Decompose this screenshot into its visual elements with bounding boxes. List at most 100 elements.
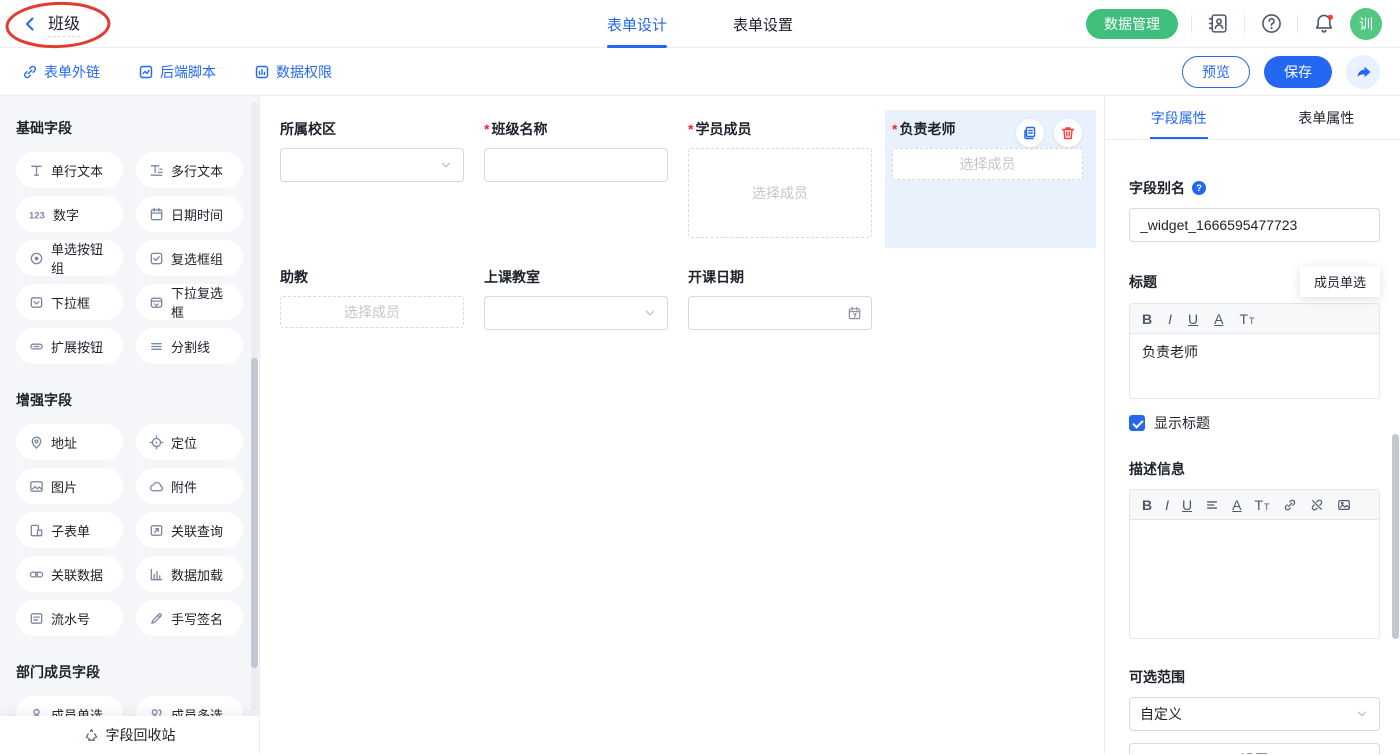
share-arrow-icon	[1354, 63, 1372, 81]
italic-icon[interactable]: I	[1165, 498, 1169, 512]
palette-item-address[interactable]: 地址	[16, 424, 123, 460]
section-title-enhanced-fields: 增强字段	[16, 390, 243, 410]
description-rich-editor: B I U A T	[1129, 489, 1380, 639]
selectable-range-label: 可选范围	[1129, 667, 1380, 687]
bar-chart-icon	[149, 567, 164, 582]
form-tabs: 表单设计 表单设置	[607, 0, 793, 48]
pen-signature-icon	[149, 611, 164, 626]
palette-item-multi-line-text[interactable]: 多行文本	[136, 152, 243, 188]
help-badge-icon[interactable]: ?	[1191, 180, 1207, 196]
title-editor-content[interactable]: 负责老师	[1130, 334, 1379, 398]
font-color-icon[interactable]: A	[1214, 312, 1223, 326]
palette-item-signature[interactable]: 手写签名	[136, 600, 243, 636]
required-mark: *	[892, 121, 897, 137]
field-alias-label: 字段别名	[1129, 178, 1185, 198]
cloud-upload-icon	[149, 479, 164, 494]
panel-scrollbar-thumb[interactable]	[1392, 434, 1399, 639]
class-name-input[interactable]	[484, 148, 668, 182]
palette-item-data-load[interactable]: 数据加载	[136, 556, 243, 592]
font-size-icon[interactable]: T	[1254, 498, 1269, 512]
share-button[interactable]	[1346, 55, 1380, 89]
field-campus[interactable]: 所属校区	[280, 110, 484, 248]
delete-field-button[interactable]	[1054, 119, 1082, 147]
bold-icon[interactable]: B	[1142, 312, 1152, 326]
field-recycle-bin-button[interactable]: 字段回收站	[0, 716, 259, 754]
tab-form-settings[interactable]: 表单设置	[733, 0, 793, 48]
tab-form-design[interactable]: 表单设计	[607, 0, 667, 48]
palette-item-serial-number[interactable]: 流水号	[16, 600, 123, 636]
field-responsible-teacher-selected[interactable]: *负责老师 选择成员	[885, 110, 1096, 248]
help-icon[interactable]	[1258, 11, 1284, 37]
contacts-icon[interactable]	[1205, 11, 1231, 37]
description-editor-content[interactable]	[1130, 520, 1379, 638]
assistant-member-picker[interactable]: 选择成员	[280, 296, 464, 328]
palette-item-dropdown[interactable]: 下拉框	[16, 284, 123, 320]
copy-field-button[interactable]	[1016, 119, 1044, 147]
notification-bell-icon[interactable]	[1311, 11, 1337, 37]
font-size-icon[interactable]: T	[1239, 312, 1254, 326]
palette-item-attachment[interactable]: 附件	[136, 468, 243, 504]
serial-number-icon	[29, 611, 44, 626]
back-chevron-icon	[22, 16, 38, 32]
show-title-label: 显示标题	[1154, 413, 1210, 433]
palette-item-single-line-text[interactable]: 单行文本	[16, 152, 123, 188]
single-line-text-icon	[29, 163, 44, 178]
field-assistant[interactable]: 助教 选择成员	[280, 258, 484, 348]
preview-button[interactable]: 预览	[1182, 56, 1250, 88]
tab-form-properties[interactable]: 表单属性	[1253, 96, 1400, 139]
page-title: 班级	[48, 10, 80, 37]
back-button[interactable]: 班级	[22, 10, 80, 37]
data-permission-button[interactable]: 数据权限	[254, 62, 332, 82]
field-start-date[interactable]: 开课日期	[688, 258, 892, 348]
underline-icon[interactable]: U	[1182, 498, 1192, 512]
form-design-canvas[interactable]: 所属校区 *班级名称 *学员成员 选择成员 *负责老师 选择成员	[260, 96, 1104, 754]
user-avatar[interactable]: 训	[1350, 8, 1382, 40]
student-member-picker[interactable]: 选择成员	[688, 148, 872, 238]
palette-item-multi-dropdown[interactable]: 下拉复选框	[136, 284, 243, 320]
teacher-member-picker[interactable]: 选择成员	[892, 148, 1083, 180]
locate-target-icon	[149, 435, 164, 450]
palette-item-number[interactable]: 123 数字	[16, 196, 123, 232]
field-alias-input[interactable]	[1129, 208, 1380, 242]
classroom-select[interactable]	[484, 296, 668, 330]
palette-item-linked-data[interactable]: 关联数据	[16, 556, 123, 592]
palette-item-extend-button[interactable]: 扩展按钮	[16, 328, 123, 364]
form-external-link-button[interactable]: 表单外链	[22, 62, 100, 82]
copy-icon	[1022, 125, 1038, 141]
field-label: 上课教室	[484, 267, 540, 287]
backend-script-button[interactable]: 后端脚本	[138, 62, 216, 82]
selectable-range-select[interactable]: 自定义	[1129, 697, 1380, 731]
data-manage-button[interactable]: 数据管理	[1086, 9, 1178, 39]
start-date-picker[interactable]	[688, 296, 872, 330]
bold-icon[interactable]: B	[1142, 498, 1152, 512]
underline-icon[interactable]: U	[1188, 312, 1198, 326]
insert-link-icon[interactable]	[1283, 498, 1297, 512]
field-type-badge[interactable]: 成员单选	[1300, 266, 1380, 297]
remove-link-icon[interactable]	[1310, 498, 1324, 512]
section-title-basic-fields: 基础字段	[16, 118, 243, 138]
settings-button[interactable]: 设置	[1129, 743, 1380, 754]
insert-image-icon[interactable]	[1337, 498, 1351, 512]
save-button[interactable]: 保存	[1264, 56, 1332, 88]
calendar-icon	[149, 207, 164, 222]
field-classroom[interactable]: 上课教室	[484, 258, 688, 348]
tab-field-properties[interactable]: 字段属性	[1105, 96, 1253, 139]
palette-item-checkbox-group[interactable]: 复选框组	[136, 240, 243, 276]
font-color-icon[interactable]: A	[1232, 498, 1241, 512]
italic-icon[interactable]: I	[1168, 312, 1172, 326]
palette-item-divider-line[interactable]: 分割线	[136, 328, 243, 364]
palette-item-radio-group[interactable]: 单选按钮组	[16, 240, 123, 276]
palette-item-linked-query[interactable]: 关联查询	[136, 512, 243, 548]
palette-item-subform[interactable]: 子表单	[16, 512, 123, 548]
palette-item-locate[interactable]: 定位	[136, 424, 243, 460]
sidebar-scrollbar-thumb[interactable]	[251, 358, 258, 668]
palette-item-image[interactable]: 图片	[16, 468, 123, 504]
palette-item-datetime[interactable]: 日期时间	[136, 196, 243, 232]
field-class-name[interactable]: *班级名称	[484, 110, 688, 248]
field-label: 助教	[280, 267, 308, 287]
title-editor-toolbar: B I U A T	[1130, 304, 1379, 334]
align-icon[interactable]	[1205, 498, 1219, 512]
show-title-checkbox[interactable]	[1129, 415, 1145, 431]
field-student-members[interactable]: *学员成员 选择成员	[688, 110, 892, 248]
campus-select[interactable]	[280, 148, 464, 182]
